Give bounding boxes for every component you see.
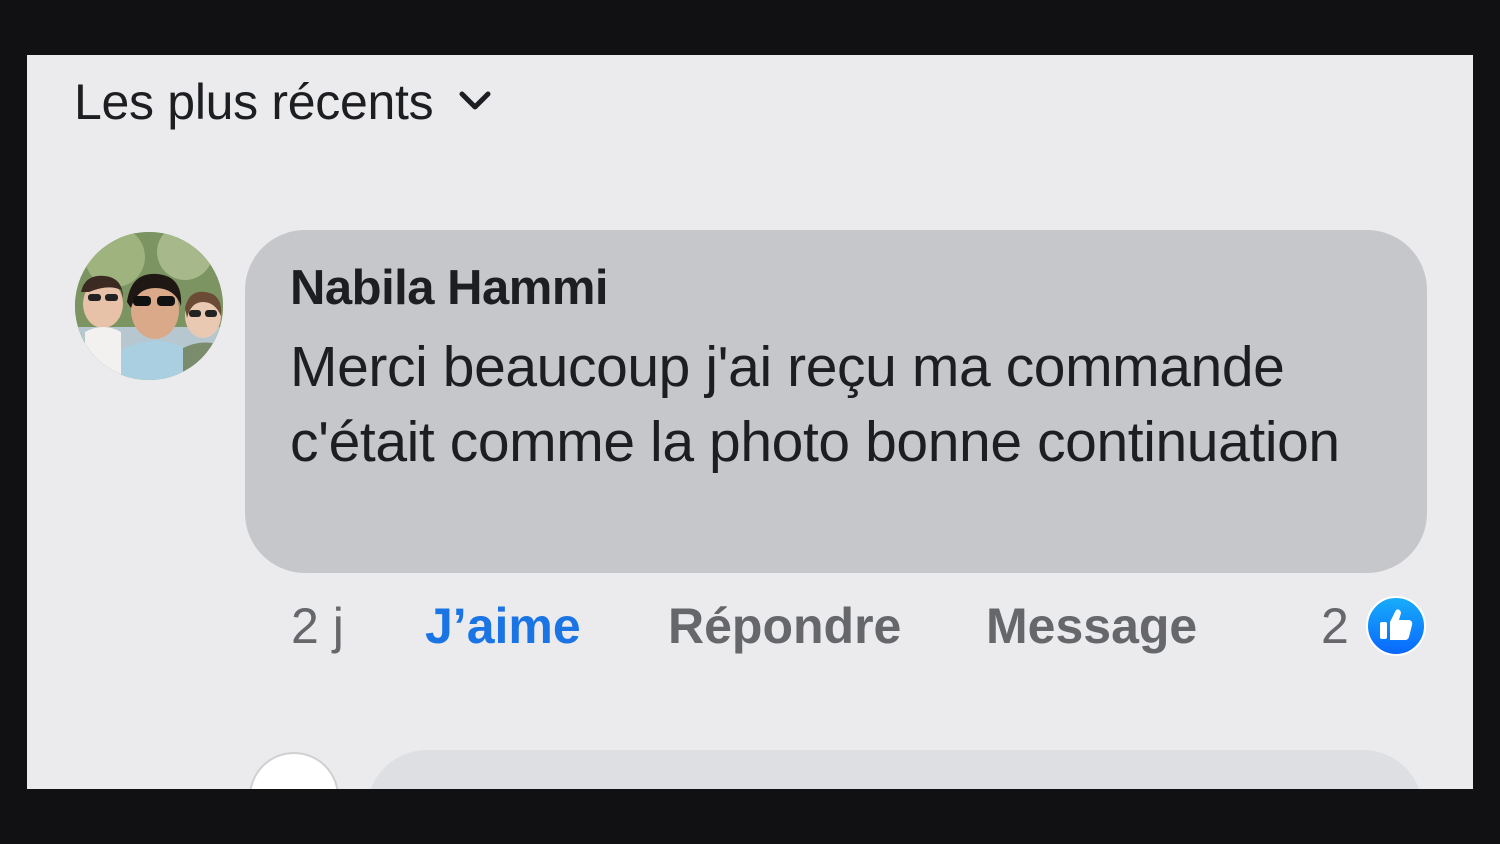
sort-label: Les plus récents <box>74 74 434 130</box>
thumbs-up-icon[interactable] <box>1365 595 1427 657</box>
comments-screen: Les plus récents Nabila Hammi Merci beau… <box>27 55 1473 789</box>
avatar-photo <box>75 232 223 380</box>
comment-actions: 2 j J’aime Répondre Message 2 <box>291 595 1431 657</box>
reply-button[interactable]: Répondre <box>668 595 901 657</box>
comment-text: Merci beaucoup j'ai reçu ma commande c'é… <box>290 335 1340 474</box>
next-comment-avatar[interactable] <box>249 752 339 789</box>
sort-dropdown[interactable]: Les plus récents <box>74 73 495 131</box>
next-comment-bubble[interactable] <box>367 750 1423 789</box>
message-button[interactable]: Message <box>986 595 1197 657</box>
comment-timestamp[interactable]: 2 j <box>291 595 344 657</box>
comment-author[interactable]: Nabila Hammi <box>290 260 609 316</box>
chevron-down-icon <box>459 91 491 110</box>
reaction-count[interactable]: 2 <box>1321 595 1349 657</box>
avatar[interactable] <box>75 232 223 380</box>
comment-bubble[interactable]: Nabila Hammi Merci beaucoup j'ai reçu ma… <box>245 230 1427 573</box>
like-button[interactable]: J’aime <box>425 595 581 657</box>
